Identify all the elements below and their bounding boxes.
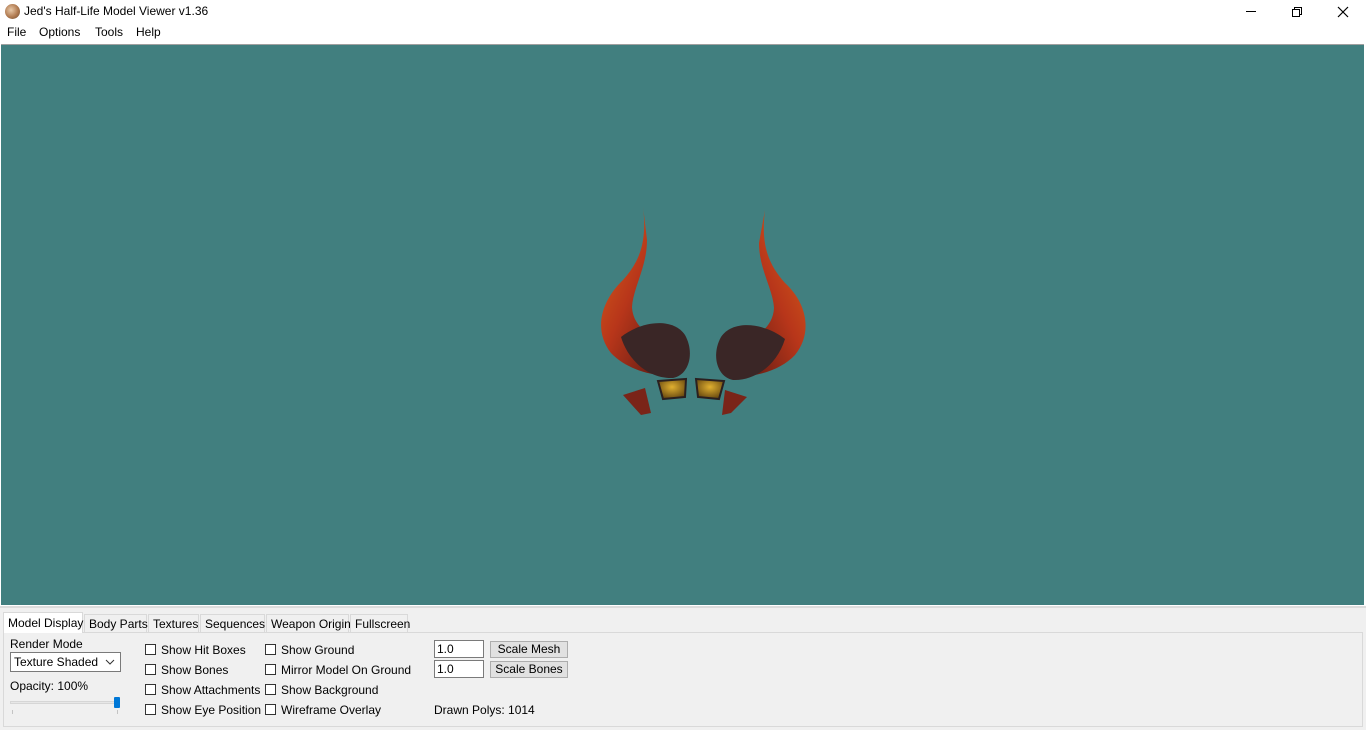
restore-icon	[1292, 7, 1302, 17]
tab-weapon-origin[interactable]: Weapon Origin	[266, 614, 351, 632]
close-button[interactable]	[1320, 0, 1366, 23]
minimize-button[interactable]	[1228, 0, 1274, 23]
scale-bones-input[interactable]	[434, 660, 484, 678]
menu-tools[interactable]: Tools	[95, 25, 123, 39]
minimize-icon	[1246, 11, 1256, 12]
drawn-polys-readout: Drawn Polys: 1014	[434, 703, 535, 717]
slider-thumb[interactable]	[114, 697, 120, 708]
checkbox-box[interactable]	[265, 704, 276, 715]
window-title: Jed's Half-Life Model Viewer v1.36	[24, 4, 209, 18]
checkbox-box[interactable]	[145, 644, 156, 655]
tab-textures[interactable]: Textures	[148, 614, 199, 632]
opacity-slider[interactable]	[10, 695, 120, 715]
slider-tick	[12, 710, 13, 714]
checkbox-box[interactable]	[145, 684, 156, 695]
app-window: Jed's Half-Life Model Viewer v1.36 File …	[0, 0, 1366, 730]
opacity-label: Opacity: 100%	[10, 679, 89, 693]
render-mode-value: Texture Shaded	[14, 655, 99, 669]
scale-mesh-input[interactable]	[434, 640, 484, 658]
title-bar[interactable]: Jed's Half-Life Model Viewer v1.36	[0, 0, 1366, 23]
left-horn-base	[621, 323, 690, 379]
chevron-down-icon	[105, 659, 115, 665]
model-display-page: Render Mode Texture Shaded Opacity: 100%…	[3, 632, 1363, 727]
menu-help[interactable]: Help	[136, 25, 161, 39]
checkbox-label: Show Ground	[281, 643, 355, 657]
checkbox-label: Wireframe Overlay	[281, 703, 382, 717]
model-render	[601, 206, 806, 415]
menu-file[interactable]: File	[7, 25, 26, 39]
slider-tick	[117, 710, 118, 714]
checkbox-box[interactable]	[265, 684, 276, 695]
checkbox-label: Show Hit Boxes	[161, 643, 246, 657]
left-eye	[656, 377, 688, 401]
checkbox-label: Mirror Model On Ground	[281, 663, 412, 677]
restore-button[interactable]	[1274, 0, 1320, 23]
close-icon	[1337, 6, 1349, 18]
checkbox-label: Show Bones	[161, 663, 229, 677]
render-mode-dropdown[interactable]: Texture Shaded	[10, 652, 121, 672]
left-cheek	[623, 388, 651, 415]
menu-bar: File Options Tools Help	[0, 23, 1366, 42]
scale-mesh-button[interactable]: Scale Mesh	[490, 641, 568, 658]
tab-sequences[interactable]: Sequences	[200, 614, 265, 632]
right-cheek	[722, 390, 747, 415]
checkbox-box[interactable]	[265, 664, 276, 675]
checkbox-label: Show Eye Position	[161, 703, 262, 717]
right-horn-base	[716, 325, 785, 381]
model-viewport[interactable]	[1, 44, 1364, 605]
right-eye	[694, 377, 726, 401]
checkbox-box[interactable]	[145, 704, 156, 715]
render-mode-label: Render Mode	[10, 637, 83, 651]
checkbox-label: Show Background	[281, 683, 379, 697]
app-icon	[5, 4, 20, 19]
checkbox-box[interactable]	[145, 664, 156, 675]
scale-bones-button[interactable]: Scale Bones	[490, 661, 568, 678]
checkbox-box[interactable]	[265, 644, 276, 655]
menu-options[interactable]: Options	[39, 25, 80, 39]
tab-body-parts[interactable]: Body Parts	[84, 614, 148, 632]
control-panel: Model Display Body Parts Textures Sequen…	[0, 606, 1366, 730]
tab-model-display[interactable]: Model Display	[3, 612, 83, 633]
tab-fullscreen[interactable]: Fullscreen	[350, 614, 410, 632]
checkbox-label: Show Attachments	[161, 683, 261, 697]
slider-track	[10, 701, 120, 704]
